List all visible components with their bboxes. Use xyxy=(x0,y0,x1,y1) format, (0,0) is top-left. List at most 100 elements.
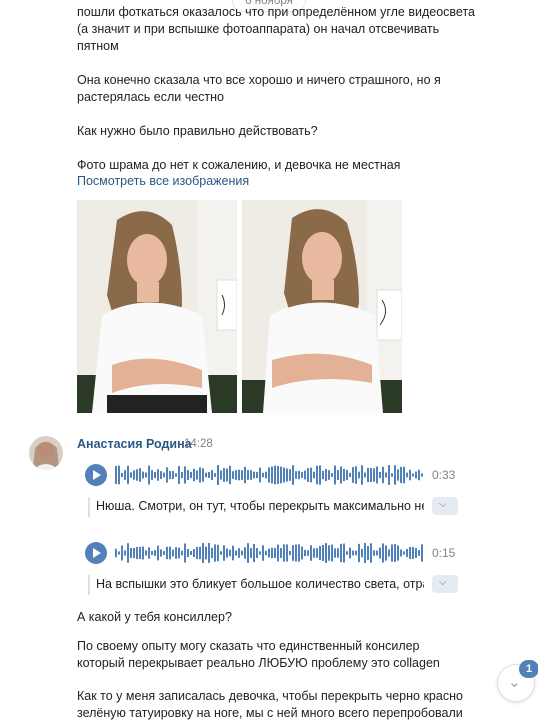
waveform-bar xyxy=(355,550,357,556)
waveform-bar xyxy=(337,470,339,480)
waveform-bar xyxy=(208,543,210,563)
waveform-bar xyxy=(334,465,336,485)
waveform-bar xyxy=(127,543,129,563)
message-paragraph: пошли фоткаться оказалось что при опреде… xyxy=(77,5,475,53)
waveform-bar xyxy=(115,548,117,558)
waveform-bar xyxy=(259,467,261,483)
waveform-bar xyxy=(247,470,249,480)
waveform-bar xyxy=(208,472,210,478)
waveform-bar xyxy=(235,470,237,480)
waveform-bar xyxy=(406,472,408,478)
voice-waveform[interactable] xyxy=(115,541,425,565)
waveform-bar xyxy=(277,466,279,484)
waveform-bar xyxy=(343,543,345,563)
waveform-bar xyxy=(385,545,387,561)
waveform-bar xyxy=(346,469,348,481)
waveform-bar xyxy=(409,469,411,481)
waveform-bar xyxy=(391,473,393,477)
waveform-bar xyxy=(355,466,357,484)
waveform-bar xyxy=(163,472,165,478)
voice-message: 0:33 xyxy=(85,461,465,489)
waveform-bar xyxy=(163,551,165,555)
waveform-bar xyxy=(364,543,366,563)
waveform-bar xyxy=(301,546,303,560)
waveform-bar xyxy=(319,465,321,485)
waveform-bar xyxy=(271,466,273,484)
waveform-bar xyxy=(136,469,138,481)
waveform-bar xyxy=(127,465,129,485)
play-icon[interactable] xyxy=(85,464,107,486)
waveform-bar xyxy=(133,470,135,480)
waveform-bar xyxy=(118,551,120,555)
voice-waveform[interactable] xyxy=(115,463,425,487)
waveform-bar xyxy=(238,548,240,558)
waveform-bar xyxy=(349,547,351,559)
avatar[interactable] xyxy=(29,436,63,470)
waveform-bar xyxy=(280,466,282,484)
waveform-bar xyxy=(202,543,204,563)
waveform-bar xyxy=(133,547,135,559)
waveform-bar xyxy=(265,550,267,556)
waveform-bar xyxy=(415,548,417,558)
waveform-bar xyxy=(373,468,375,482)
waveform-bar xyxy=(292,465,294,485)
waveform-bar xyxy=(253,471,255,479)
waveform-bar xyxy=(181,550,183,556)
waveform-bar xyxy=(265,471,267,479)
waveform-bar xyxy=(409,547,411,559)
expand-transcript-button[interactable]: ⌵ xyxy=(432,575,458,593)
waveform-bar xyxy=(274,465,276,485)
waveform-bar xyxy=(391,544,393,562)
waveform-bar xyxy=(289,550,291,556)
waveform-bar xyxy=(331,473,333,477)
waveform-bar xyxy=(247,543,249,563)
waveform-bar xyxy=(151,470,153,480)
waveform-bar xyxy=(241,470,243,480)
voice-duration: 0:15 xyxy=(432,546,456,560)
transcript-text: Нюша. Смотри, он тут, чтобы перекрыть ма… xyxy=(96,499,424,513)
waveform-bar xyxy=(136,546,138,560)
waveform-bar xyxy=(349,472,351,478)
waveform-bar xyxy=(388,465,390,485)
waveform-bar xyxy=(151,551,153,555)
waveform-bar xyxy=(334,548,336,558)
author-name[interactable]: Анастасия Родина xyxy=(77,437,192,451)
waveform-bar xyxy=(232,545,234,561)
waveform-bar xyxy=(394,465,396,485)
attached-photo-2[interactable] xyxy=(242,200,402,413)
waveform-bar xyxy=(316,465,318,485)
waveform-bar xyxy=(220,551,222,555)
waveform-bar xyxy=(301,472,303,478)
waveform-bar xyxy=(283,544,285,562)
waveform-bar xyxy=(385,472,387,478)
waveform-bar xyxy=(139,468,141,482)
waveform-bar xyxy=(169,470,171,480)
waveform-bar xyxy=(322,544,324,562)
waveform-bar xyxy=(184,543,186,563)
waveform-bar xyxy=(268,548,270,558)
waveform-bar xyxy=(238,469,240,481)
attached-photo-1[interactable] xyxy=(77,200,237,413)
waveform-bar xyxy=(397,545,399,561)
waveform-bar xyxy=(178,547,180,559)
waveform-bar xyxy=(181,471,183,479)
play-icon[interactable] xyxy=(85,542,107,564)
waveform-bar xyxy=(319,545,321,561)
waveform-bar xyxy=(361,548,363,558)
waveform-bar xyxy=(394,544,396,562)
waveform-bar xyxy=(250,548,252,558)
waveform-bar xyxy=(403,551,405,555)
waveform-bar xyxy=(211,547,213,559)
view-all-images-link[interactable]: Посмотреть все изображения xyxy=(77,174,249,188)
voice-transcript: На вспышки это бликует большое количеств… xyxy=(88,575,460,595)
waveform-bar xyxy=(415,471,417,479)
message-paragraph: Фото шрама до нет к сожалению, и девочка… xyxy=(77,158,401,172)
waveform-bar xyxy=(358,543,360,563)
waveform-bar xyxy=(229,549,231,557)
waveform-bar xyxy=(211,470,213,480)
expand-transcript-button[interactable]: ⌵ xyxy=(432,497,458,515)
waveform-bar xyxy=(352,550,354,556)
waveform-bar xyxy=(271,547,273,559)
waveform-bar xyxy=(364,472,366,478)
waveform-bar xyxy=(262,472,264,478)
